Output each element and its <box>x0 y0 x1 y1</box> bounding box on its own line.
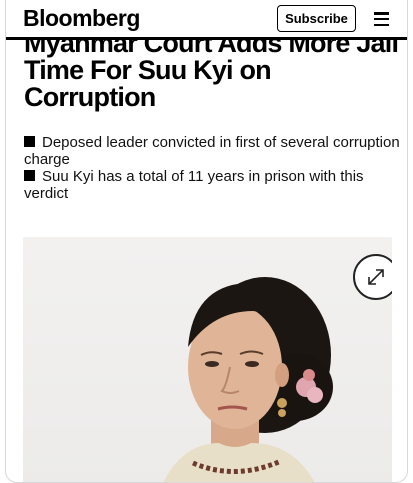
top-navigation-bar: Bloomberg Subscribe <box>6 0 407 40</box>
article-card: Bloomberg Subscribe Myanmar Court Adds M… <box>5 0 408 483</box>
article-headline: Myanmar Court Adds More Jail Time For Su… <box>24 28 399 112</box>
portrait-illustration <box>163 277 333 482</box>
summary-bullet-text: Deposed leader convicted in first of sev… <box>24 134 400 168</box>
expand-arrows-icon <box>368 269 384 285</box>
bullet-square-icon <box>24 136 35 147</box>
subscribe-button[interactable]: Subscribe <box>277 5 356 32</box>
article-summary: Deposed leader convicted in first of sev… <box>24 134 404 202</box>
summary-bullet: Suu Kyi has a total of 11 years in priso… <box>24 168 404 202</box>
bullet-square-icon <box>24 170 35 181</box>
bloomberg-logo[interactable]: Bloomberg <box>23 5 140 32</box>
summary-bullet-text: Suu Kyi has a total of 11 years in priso… <box>24 168 364 202</box>
summary-bullet: Deposed leader convicted in first of sev… <box>24 134 404 168</box>
article-photo[interactable] <box>23 237 392 482</box>
hamburger-menu-icon[interactable] <box>374 12 389 26</box>
expand-image-button[interactable] <box>353 254 392 300</box>
